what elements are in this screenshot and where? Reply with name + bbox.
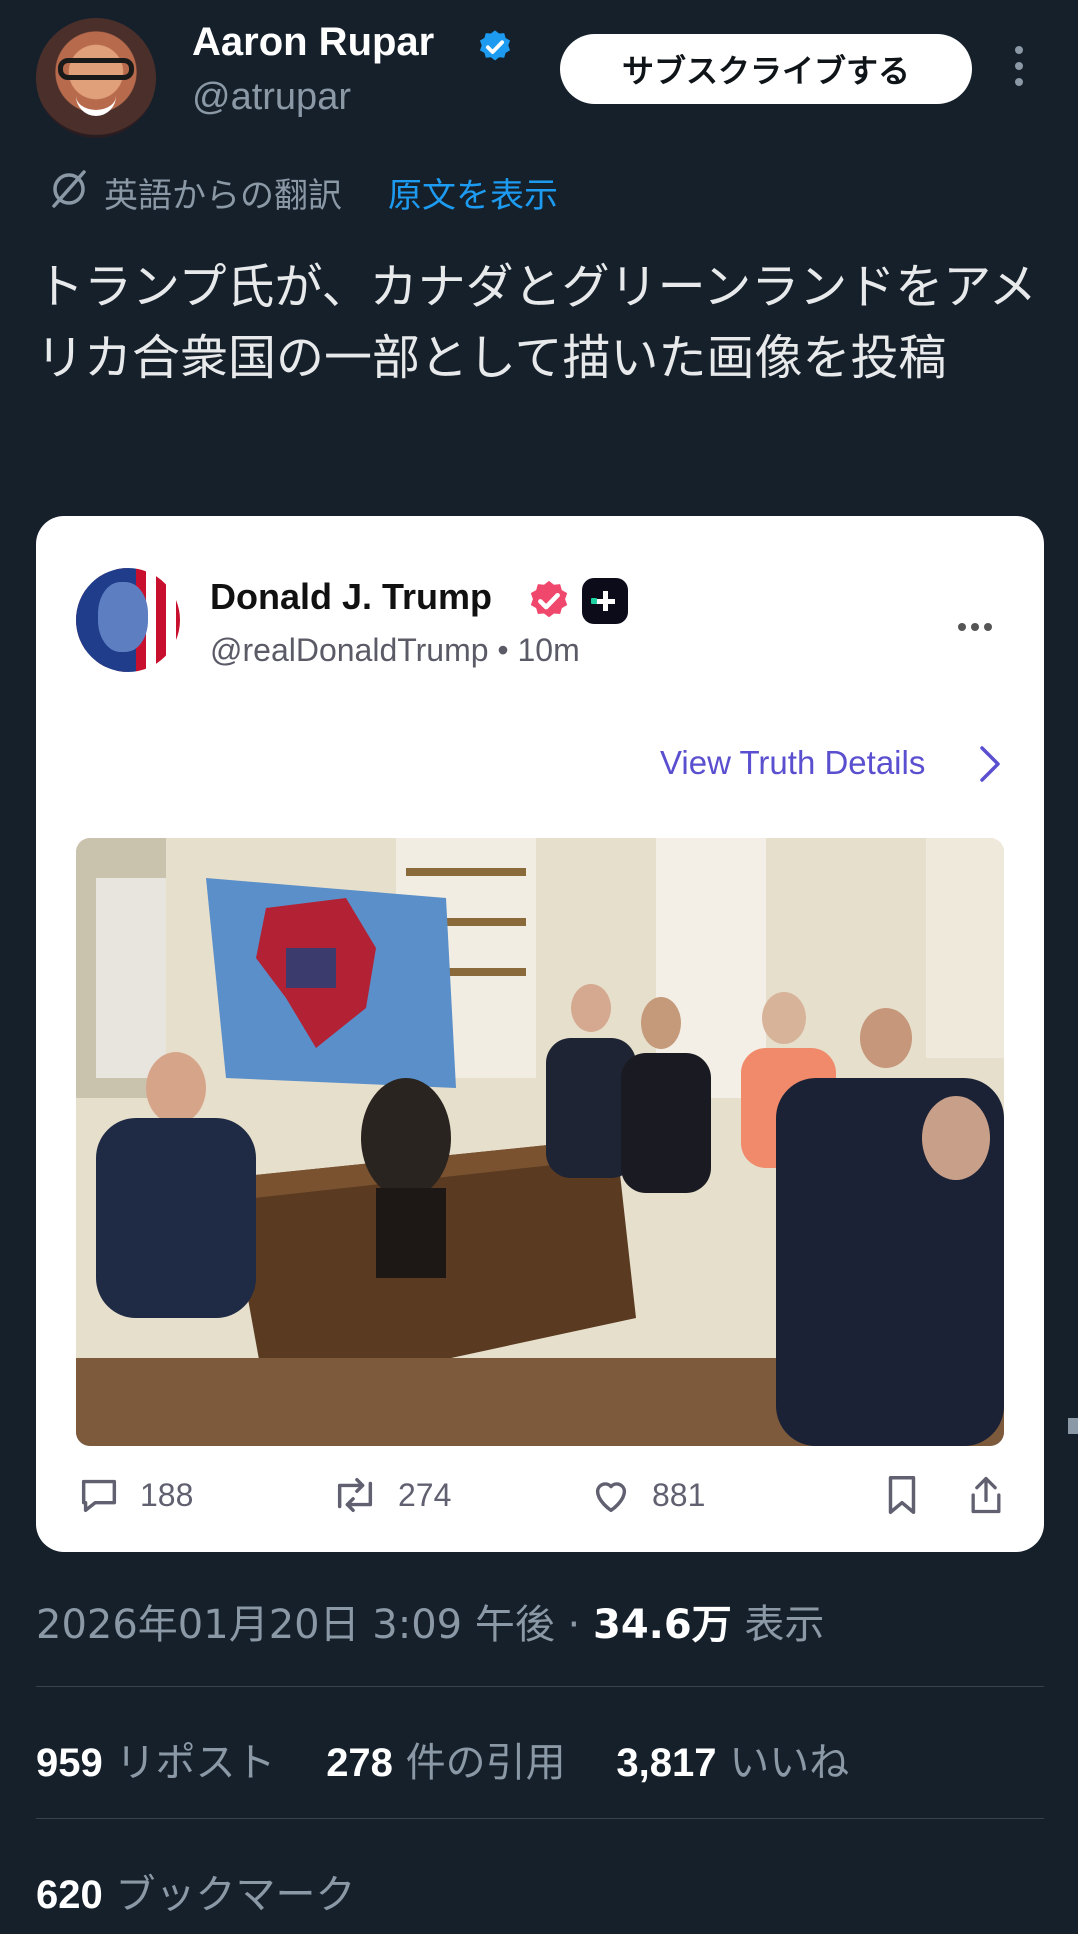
timestamp-date: 2026年01月20日 3:09 午後 ·	[36, 1602, 593, 1648]
translate-icon	[52, 170, 86, 208]
engagement-metrics: 959 リポスト 278 件の引用 3,817 いいね	[36, 1730, 849, 1788]
verified-badge-icon	[479, 30, 511, 61]
like-stat[interactable]: 881	[588, 1472, 705, 1518]
reposts-count: 959	[36, 1741, 103, 1785]
embedded-avatar[interactable]	[76, 568, 180, 672]
truth-plus-badge-icon	[582, 578, 628, 624]
embedded-post-card[interactable]: Donald J. Trump @realDonaldTrump • 10m V…	[36, 516, 1044, 1552]
likes-count: 3,817	[616, 1741, 717, 1785]
chevron-right-icon[interactable]	[976, 742, 1004, 786]
view-truth-details-link[interactable]: View Truth Details	[660, 744, 925, 782]
quotes-count: 278	[326, 1741, 393, 1785]
tweet-timestamp[interactable]: 2026年01月20日 3:09 午後 · 34.6万 表示	[36, 1592, 824, 1650]
repost-count: 274	[398, 1476, 452, 1513]
verified-badge-icon	[530, 580, 568, 618]
quotes-label: 件の引用	[392, 1740, 566, 1786]
author-handle[interactable]: @atrupar	[192, 76, 351, 119]
views-count: 34.6万	[593, 1602, 732, 1648]
reply-icon	[81, 1479, 117, 1513]
author-avatar[interactable]	[36, 18, 156, 138]
reposts-label: リポスト	[102, 1740, 276, 1786]
quotes-metric[interactable]: 278 件の引用	[326, 1740, 565, 1786]
likes-metric[interactable]: 3,817 いいね	[616, 1740, 849, 1786]
divider	[36, 1818, 1044, 1819]
repost-stat[interactable]: 274	[330, 1472, 451, 1518]
bookmark-icon[interactable]	[882, 1472, 922, 1518]
views-label: 表示	[731, 1602, 825, 1648]
tweet-text: トランプ氏が、カナダとグリーンランドをアメリカ合衆国の一部として描いた画像を投稿	[36, 259, 1037, 386]
translation-label: 英語からの翻訳	[104, 176, 342, 216]
scrollbar-thumb[interactable]	[1068, 1418, 1078, 1434]
heart-icon	[595, 1482, 627, 1513]
embedded-author-name[interactable]: Donald J. Trump	[210, 576, 492, 618]
bookmarks-metric[interactable]: 620 ブックマーク	[36, 1862, 355, 1920]
author-name[interactable]: Aaron Rupar	[192, 20, 434, 65]
reply-stat[interactable]: 188	[76, 1472, 193, 1518]
reply-count: 188	[140, 1476, 194, 1513]
share-icon[interactable]	[964, 1472, 1008, 1518]
bookmarks-count: 620	[36, 1873, 103, 1917]
avatar-glasses	[58, 58, 134, 80]
subscribe-button[interactable]: サブスクライブする	[560, 34, 972, 104]
bookmark-stat[interactable]	[882, 1472, 940, 1518]
show-original-link[interactable]: 原文を表示	[388, 168, 558, 217]
like-count: 881	[652, 1476, 706, 1513]
likes-label: いいね	[716, 1740, 850, 1786]
embedded-more-icon[interactable]	[958, 616, 998, 631]
embedded-stats-row: 188 274 881	[76, 1472, 1006, 1532]
divider	[36, 1686, 1044, 1687]
repost-icon	[337, 1477, 373, 1513]
share-stat[interactable]	[964, 1472, 1026, 1518]
oval-office-photo[interactable]	[76, 838, 1004, 1446]
bookmarks-label: ブックマーク	[102, 1872, 356, 1918]
more-options-icon[interactable]	[1012, 46, 1026, 90]
reposts-metric[interactable]: 959 リポスト	[36, 1740, 275, 1786]
avatar-smile	[76, 94, 116, 116]
embedded-author-handle: @realDonaldTrump • 10m	[210, 632, 580, 668]
